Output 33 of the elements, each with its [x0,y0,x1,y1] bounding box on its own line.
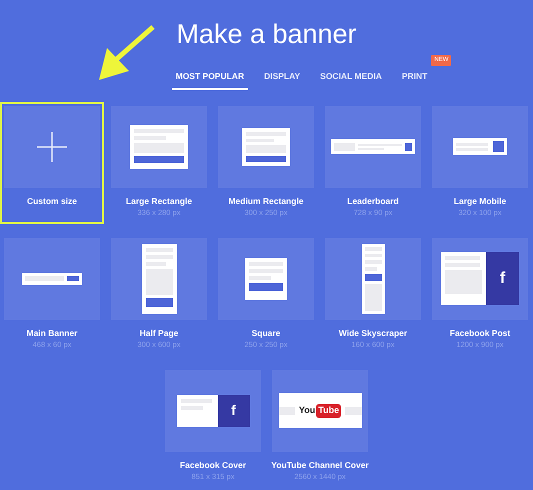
banner-preview-drawing [453,138,507,156]
banner-preview-drawing [130,124,188,169]
post-preview-drawing [441,252,486,306]
option-name: Large Mobile [454,196,506,207]
page-title: Make a banner [175,18,358,50]
banner-size-option[interactable]: Custom size [0,102,104,224]
banner-preview-drawing [245,258,287,300]
option-name: Facebook Post [450,328,510,339]
placeholder-bar [345,406,362,415]
option-name: Square [252,328,280,339]
option-name: YouTube Channel Cover [271,460,369,471]
banner-preview-drawing [142,244,176,314]
option-name: Half Page [140,328,178,339]
option-name: Wide Skyscraper [338,328,408,339]
category-tab[interactable]: MOST POPULAR [172,67,248,90]
option-name: Custom size [26,196,78,207]
option-name: Medium Rectangle [228,196,304,207]
option-name: Facebook Cover [180,460,246,471]
plus-icon [37,132,67,162]
facebook-letter: f [231,401,236,420]
option-name: Large Rectangle [126,196,192,207]
cover-preview-drawing [176,394,218,427]
option-name: Main Banner [26,328,78,339]
placeholder-bar [278,406,295,415]
option-name: Leaderboard [347,196,399,207]
category-tab[interactable]: DISPLAY [260,67,304,90]
banner-preview-drawing [242,128,290,166]
youtube-logo: You Tube [298,404,342,418]
banner-preview-drawing [22,272,82,285]
category-tab[interactable]: SOCIAL MEDIA [316,67,386,90]
banner-preview-drawing [362,244,384,314]
category-tab[interactable]: PRINT [398,67,432,90]
facebook-letter: f [500,268,506,289]
